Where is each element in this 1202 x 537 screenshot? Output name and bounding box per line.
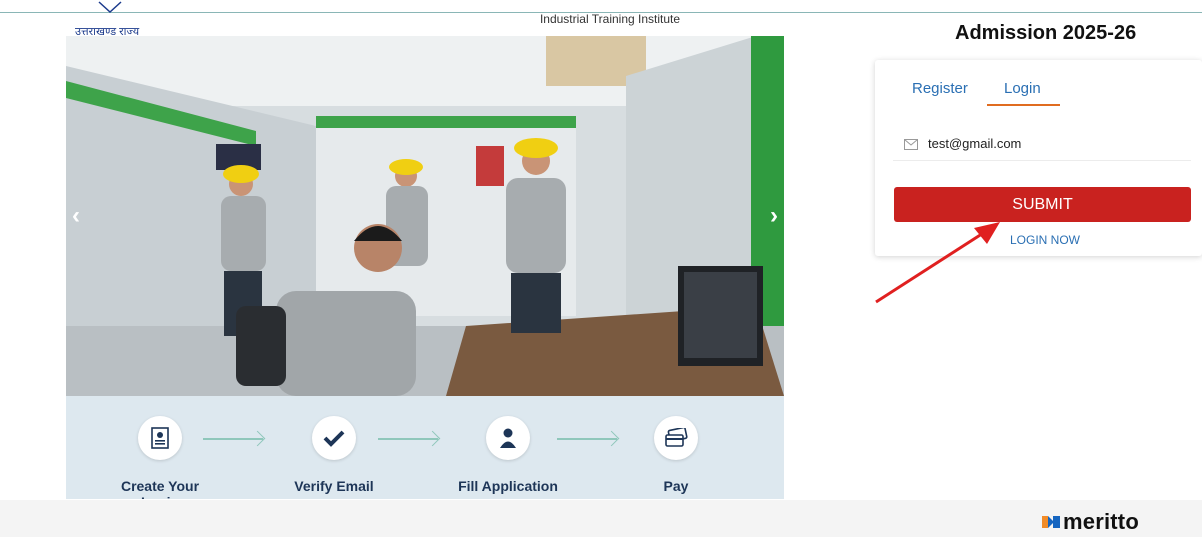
meritto-logo: meritto (1042, 509, 1139, 535)
institute-title: Industrial Training Institute (539, 12, 681, 26)
annotation-arrow-icon (875, 222, 1000, 304)
person-icon (486, 416, 530, 460)
checkmark-icon (312, 416, 356, 460)
carousel-prev-button[interactable]: ‹ (66, 196, 86, 236)
meritto-mark-icon (1042, 516, 1060, 528)
step-arrow (203, 438, 263, 440)
envelope-icon (904, 139, 918, 150)
step-label: Fill Application (458, 478, 558, 494)
step-arrow (557, 438, 617, 440)
meritto-brand: meritto (1063, 509, 1139, 534)
login-now-link[interactable]: LOGIN NOW (1010, 233, 1080, 247)
email-value: test@gmail.com (928, 136, 1022, 151)
credit-card-icon (654, 416, 698, 460)
step-verify-email: Verify Email (274, 416, 394, 494)
chevron-down-icon (98, 1, 122, 14)
submit-button[interactable]: SUBMIT (894, 187, 1191, 222)
chevron-left-icon: ‹ (72, 202, 80, 229)
step-label: Create Your Login (120, 478, 200, 499)
id-card-icon (138, 416, 182, 460)
step-fill-application: Fill Application (448, 416, 568, 494)
state-logo: उत्तराखण्ड राज्य (75, 0, 165, 40)
email-field[interactable]: test@gmail.com (893, 132, 1191, 161)
step-label: Pay (663, 478, 689, 494)
step-create-login: Create Your Login (100, 416, 220, 499)
step-pay: Pay (616, 416, 736, 494)
active-tab-indicator (987, 104, 1060, 106)
tab-login[interactable]: Login (1004, 80, 1041, 97)
step-arrow (378, 438, 438, 440)
admission-steps: Create Your Login Verify Email Fill Appl… (66, 396, 784, 499)
chevron-right-icon: › (770, 202, 778, 229)
carousel-next-button[interactable]: › (764, 196, 784, 236)
footer-bar (0, 500, 1202, 537)
admission-title: Admission 2025-26 (955, 22, 1137, 44)
hero-carousel-image (66, 36, 784, 396)
tab-register[interactable]: Register (912, 80, 968, 97)
step-label: Verify Email (294, 478, 374, 494)
